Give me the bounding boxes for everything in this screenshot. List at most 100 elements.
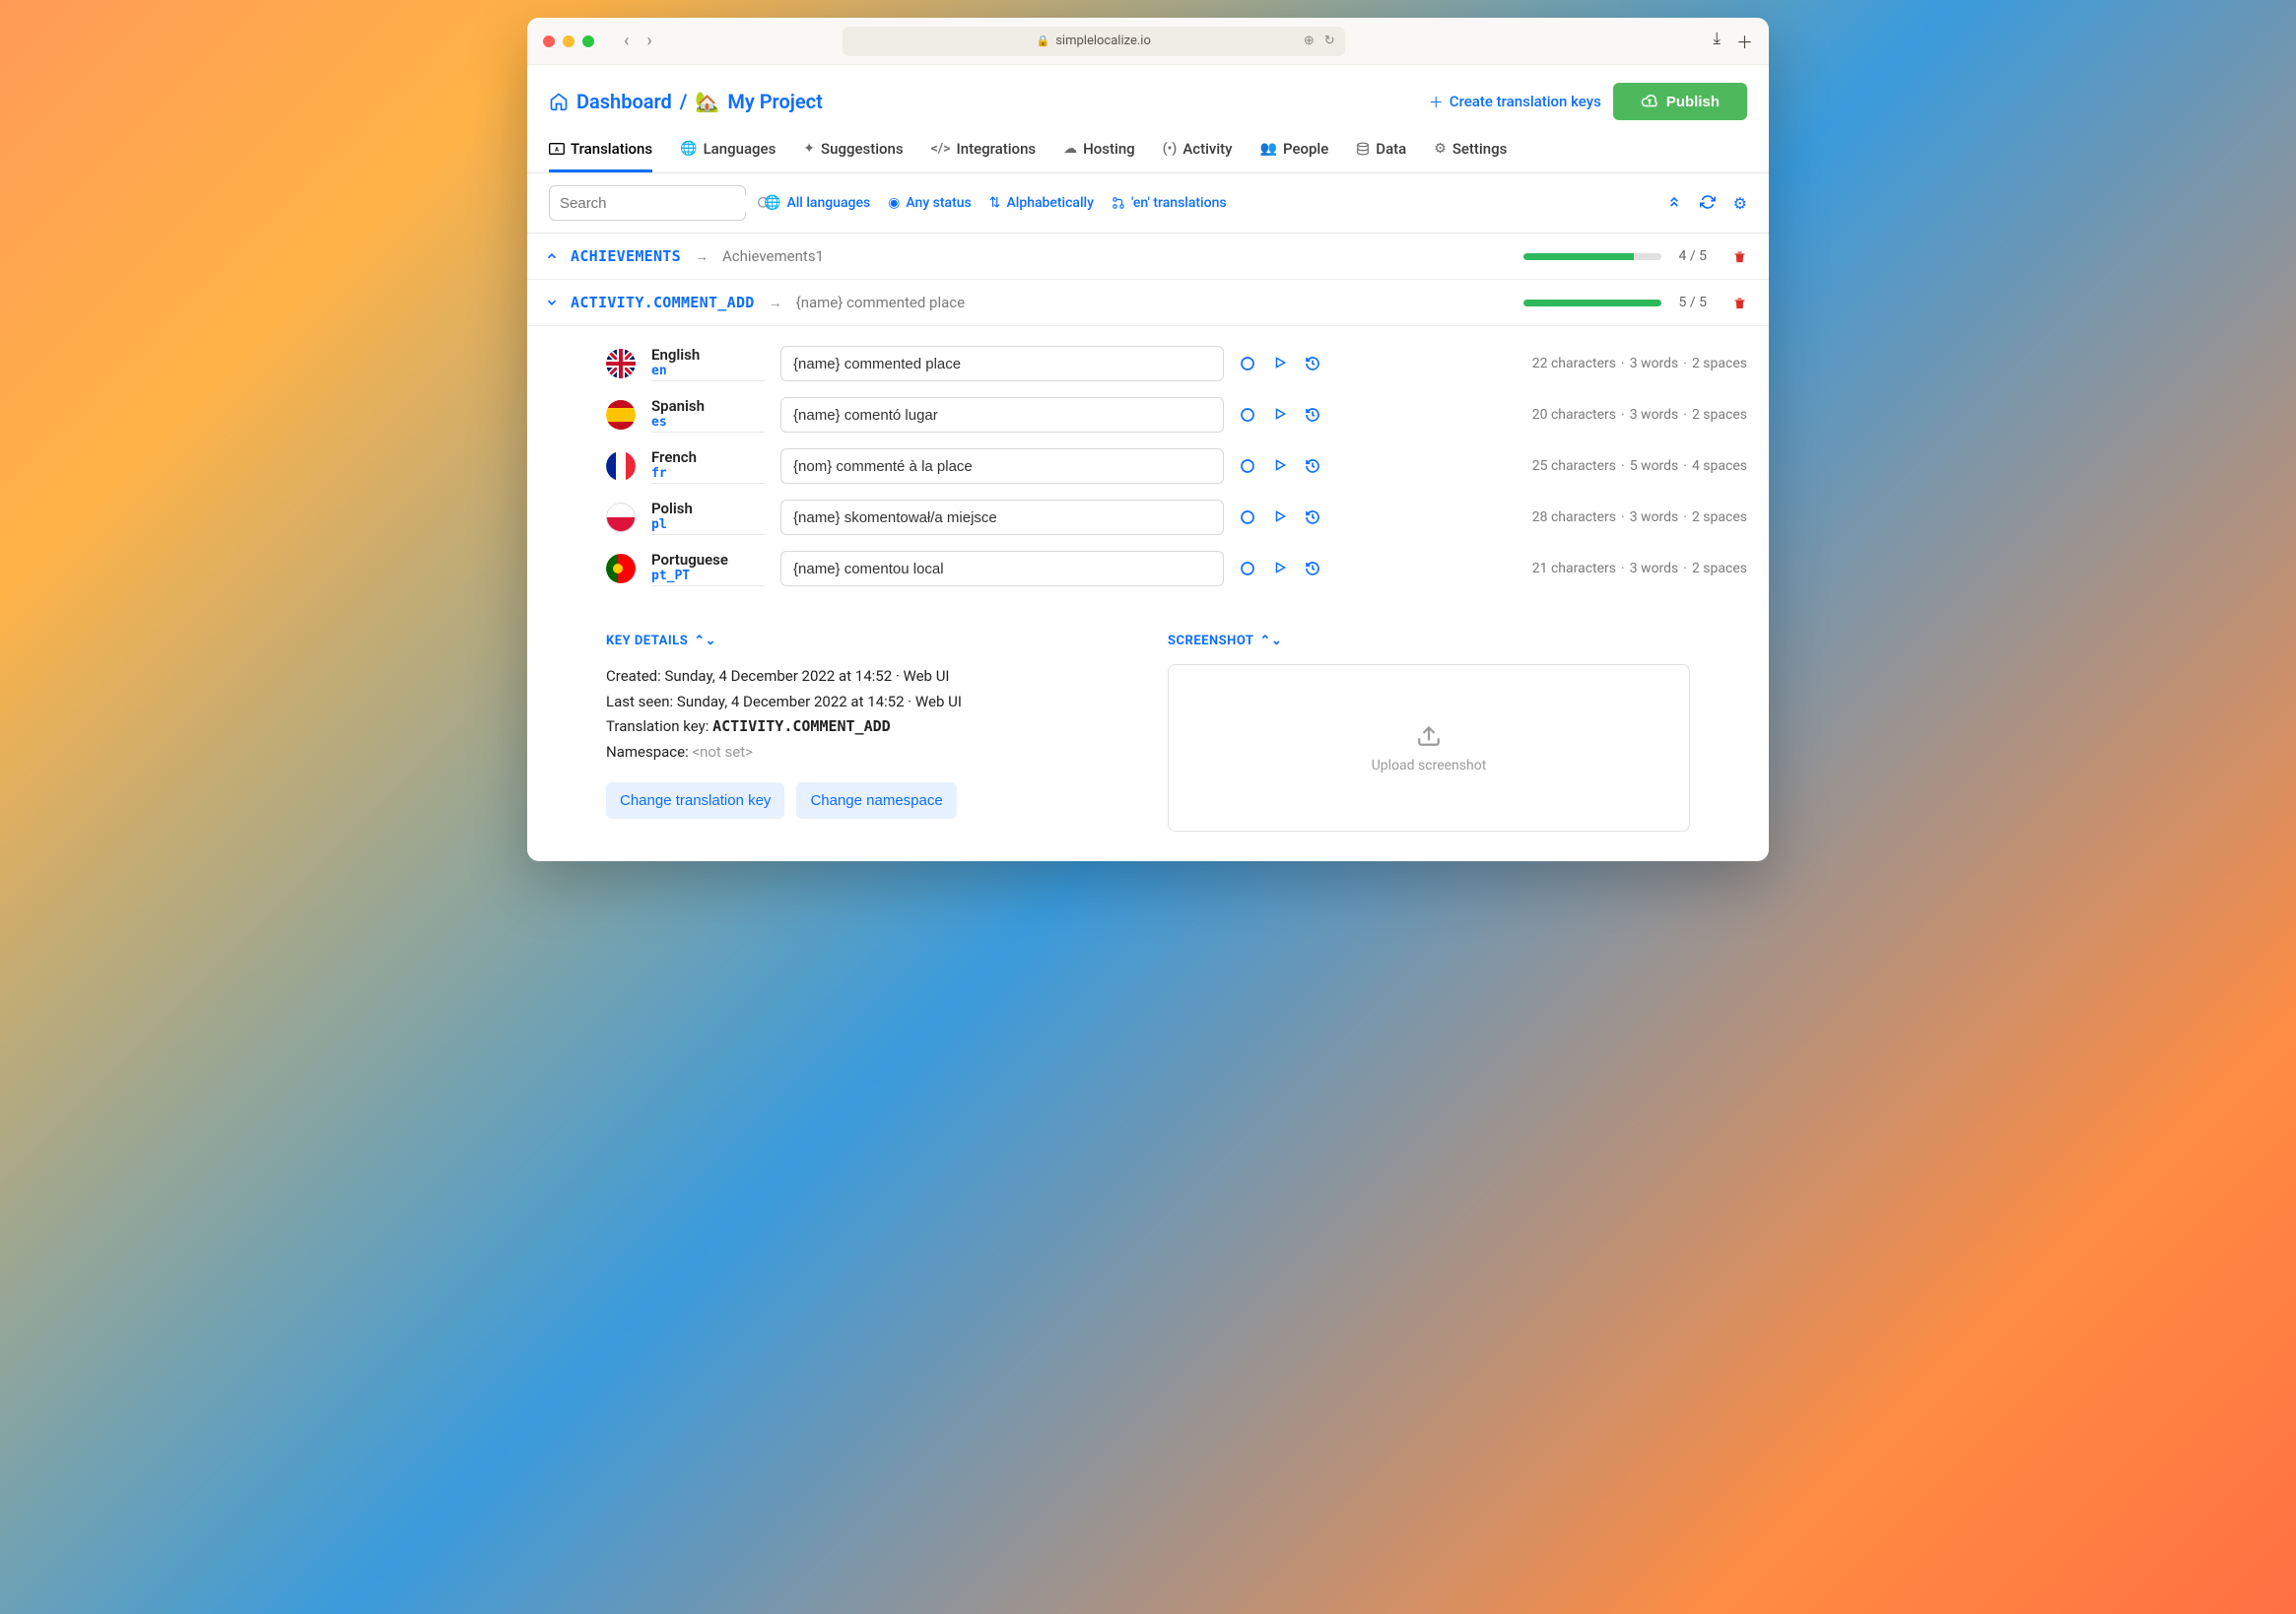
status-icon: ◉ <box>888 195 900 211</box>
delete-key-button[interactable] <box>1732 249 1747 264</box>
filter-sort[interactable]: ⇅Alphabetically <box>989 195 1094 211</box>
status-circle-icon[interactable] <box>1240 561 1255 576</box>
delete-key-button[interactable] <box>1732 296 1747 310</box>
database-icon <box>1356 141 1370 157</box>
create-keys-button[interactable]: ＋ Create translation keys <box>1429 92 1601 112</box>
publish-button[interactable]: Publish <box>1613 83 1747 120</box>
language-code: en <box>651 364 765 378</box>
home-icon[interactable] <box>549 92 569 111</box>
tab-activity[interactable]: (•)Activity <box>1163 130 1233 172</box>
tree-icon <box>1112 196 1125 210</box>
translate-icon[interactable]: ⊕ <box>1304 34 1315 48</box>
collapse-all-icon[interactable] <box>1666 194 1682 213</box>
play-icon[interactable] <box>1273 458 1287 474</box>
upload-screenshot-box[interactable]: Upload screenshot <box>1168 664 1690 832</box>
titlebar: ‹ › 🔒 simplelocalize.io ⊕ ↻ ⤓ ＋ <box>527 18 1769 65</box>
tab-translations[interactable]: A Translations <box>549 130 652 172</box>
sparkle-icon: ✦ <box>803 141 815 157</box>
flag-icon <box>606 451 636 481</box>
key-details-body: Created: Sunday, 4 December 2022 at 14:5… <box>606 664 1128 765</box>
flag-icon <box>606 349 636 378</box>
refresh-icon[interactable] <box>1700 194 1716 213</box>
chevron-up-icon[interactable] <box>545 249 561 263</box>
translation-row: Portuguese pt_PT 21 characters· 3 words·… <box>527 543 1769 594</box>
status-circle-icon[interactable] <box>1240 356 1255 371</box>
play-icon[interactable] <box>1273 356 1287 371</box>
status-circle-icon[interactable] <box>1240 407 1255 423</box>
url-bar[interactable]: 🔒 simplelocalize.io ⊕ ↻ <box>843 27 1345 56</box>
back-button[interactable]: ‹ <box>624 31 629 51</box>
status-circle-icon[interactable] <box>1240 509 1255 525</box>
language-name: French <box>651 448 765 466</box>
tab-suggestions[interactable]: ✦Suggestions <box>803 130 903 172</box>
translation-input[interactable] <box>780 500 1224 535</box>
key-row[interactable]: ACHIEVEMENTS → Achievements1 4 / 5 <box>527 234 1769 280</box>
search-input[interactable] <box>560 195 756 212</box>
translation-input[interactable] <box>780 397 1224 433</box>
people-icon: 👥 <box>1260 141 1277 157</box>
breadcrumb-project[interactable]: My Project <box>727 90 823 113</box>
change-namespace-button[interactable]: Change namespace <box>796 782 956 819</box>
language-code: pl <box>651 517 765 532</box>
breadcrumb-separator: / <box>680 90 688 113</box>
translation-stats: 21 characters· 3 words· 2 spaces <box>1532 561 1747 576</box>
search-box[interactable] <box>549 185 746 221</box>
play-icon[interactable] <box>1273 561 1287 576</box>
translation-row: French fr 25 characters· 5 words· 4 spac… <box>527 440 1769 492</box>
code-icon: </> <box>931 141 951 157</box>
language-info: Spanish es <box>651 397 765 433</box>
history-icon[interactable] <box>1305 458 1320 474</box>
forward-button[interactable]: › <box>646 31 651 51</box>
play-icon[interactable] <box>1273 509 1287 525</box>
filter-en-translations[interactable]: 'en' translations <box>1112 195 1227 211</box>
translation-stats: 22 characters· 3 words· 2 spaces <box>1532 356 1747 371</box>
status-circle-icon[interactable] <box>1240 458 1255 474</box>
language-code: pt_PT <box>651 569 765 583</box>
key-name: ACHIEVEMENTS <box>571 247 681 265</box>
reload-icon[interactable]: ↻ <box>1324 34 1335 48</box>
change-translation-key-button[interactable]: Change translation key <box>606 782 784 819</box>
history-icon[interactable] <box>1305 356 1320 371</box>
key-row[interactable]: ACTIVITY.COMMENT_ADD → {name} commented … <box>527 280 1769 326</box>
filter-status[interactable]: ◉Any status <box>888 195 972 211</box>
tab-hosting[interactable]: ☁Hosting <box>1063 130 1135 172</box>
close-window-button[interactable] <box>543 35 555 47</box>
key-details-heading[interactable]: KEY DETAILS ⌃⌄ <box>606 634 1128 648</box>
maximize-window-button[interactable] <box>582 35 594 47</box>
browser-window: ‹ › 🔒 simplelocalize.io ⊕ ↻ ⤓ ＋ Dashboar… <box>527 18 1769 861</box>
tab-integrations[interactable]: </>Integrations <box>931 130 1037 172</box>
expand-icon: ⌃⌄ <box>1259 634 1282 648</box>
breadcrumb-dashboard[interactable]: Dashboard <box>576 90 672 113</box>
translation-input[interactable] <box>780 448 1224 484</box>
filter-languages[interactable]: 🌐All languages <box>764 195 870 211</box>
screenshot-heading[interactable]: SCREENSHOT ⌃⌄ <box>1168 634 1690 648</box>
new-tab-icon[interactable]: ＋ <box>1736 29 1753 53</box>
translation-stats: 25 characters· 5 words· 4 spaces <box>1532 458 1747 474</box>
page-header: Dashboard / 🏡 My Project ＋ Create transl… <box>527 65 1769 130</box>
gear-icon: ⚙ <box>1434 141 1447 157</box>
language-code: fr <box>651 466 765 481</box>
translation-stats: 28 characters· 3 words· 2 spaces <box>1532 509 1747 525</box>
history-icon[interactable] <box>1305 561 1320 576</box>
language-info: French fr <box>651 448 765 484</box>
play-icon[interactable] <box>1273 407 1287 423</box>
globe-icon: 🌐 <box>680 141 697 157</box>
minimize-window-button[interactable] <box>563 35 574 47</box>
tab-data[interactable]: Data <box>1356 130 1406 172</box>
history-icon[interactable] <box>1305 407 1320 423</box>
chevron-down-icon[interactable] <box>545 296 561 309</box>
history-icon[interactable] <box>1305 509 1320 525</box>
cloud-upload-icon <box>1641 93 1658 110</box>
tab-languages[interactable]: 🌐Languages <box>680 130 776 172</box>
tab-settings[interactable]: ⚙Settings <box>1434 130 1507 172</box>
settings-icon[interactable]: ⚙ <box>1733 194 1747 213</box>
sort-icon: ⇅ <box>989 195 1001 211</box>
key-preview: Achievements1 <box>722 247 824 265</box>
translation-input[interactable] <box>780 551 1224 586</box>
translation-input[interactable] <box>780 346 1224 381</box>
tab-people[interactable]: 👥People <box>1260 130 1329 172</box>
language-info: English en <box>651 346 765 381</box>
translations-list: ACHIEVEMENTS → Achievements1 4 / 5 ACTIV… <box>527 234 1769 861</box>
downloads-icon[interactable]: ⤓ <box>1713 29 1721 53</box>
translation-row: Polish pl 28 characters· 3 words· 2 spac… <box>527 492 1769 543</box>
